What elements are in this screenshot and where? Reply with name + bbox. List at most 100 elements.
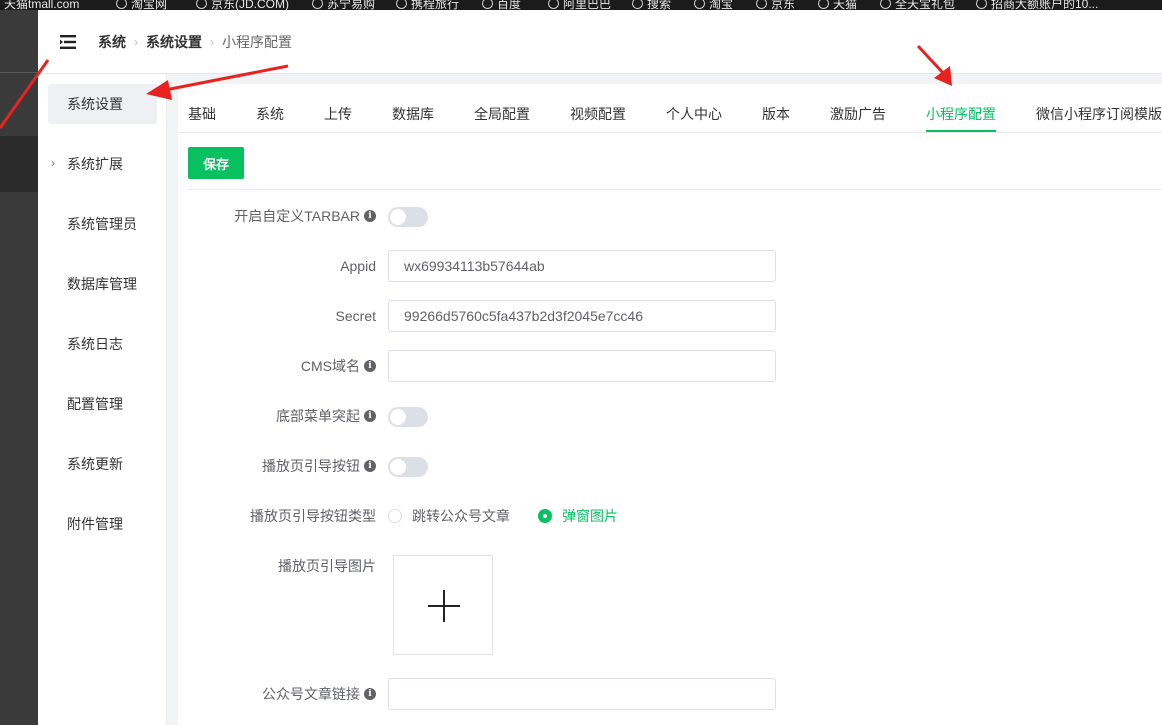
info-icon[interactable]: i [364, 688, 376, 700]
tab-version[interactable]: 版本 [762, 104, 790, 124]
form-label-guide-image: 播放页引导图片 [278, 556, 376, 576]
label-text: 开启自定义TARBAR [234, 208, 360, 224]
form-label-guide-button-type: 播放页引导按钮类型 [250, 506, 376, 526]
tab-upload[interactable]: 上传 [324, 104, 352, 124]
radio-label: 弹窗图片 [562, 508, 618, 524]
globe-icon [818, 0, 829, 9]
bookmark-item[interactable]: 天猫 [818, 0, 857, 10]
play-guide-button-switch[interactable] [388, 457, 428, 477]
tab-global-config[interactable]: 全局配置 [474, 104, 530, 124]
label-text: Appid [340, 258, 376, 274]
custom-tabbar-switch[interactable] [388, 207, 428, 227]
bookmark-item[interactable]: 百度 [482, 0, 521, 10]
bookmark-item[interactable]: 京东(JD.COM) [196, 0, 289, 10]
tab-video-config[interactable]: 视频配置 [570, 104, 626, 124]
globe-icon [548, 0, 559, 9]
sidebar-item-database[interactable]: 数据库管理 [48, 264, 157, 304]
tab-rewarded-ads[interactable]: 激励广告 [830, 104, 886, 124]
bottom-menu-raise-switch[interactable] [388, 407, 428, 427]
browser-bookmark-bar: 天猫tmall.com 淘宝网 京东(JD.COM) 苏宁易购 携程旅行 百度 … [0, 0, 1162, 10]
bookmark-item[interactable]: 阿里巴巴 [548, 0, 611, 10]
tab-basic[interactable]: 基础 [188, 104, 216, 124]
rail-active-item[interactable] [0, 136, 38, 192]
sidebar-item-system-settings[interactable]: 系统设置 [48, 84, 157, 124]
form-label-bottom-menu-raise: 底部菜单突起 i [276, 406, 376, 426]
main-panel: 基础 系统 上传 数据库 全局配置 视频配置 个人中心 版本 激励广告 小程序配… [178, 84, 1162, 725]
tab-miniprogram-config[interactable]: 小程序配置 [926, 104, 996, 124]
globe-icon [880, 0, 891, 9]
info-icon[interactable]: i [364, 210, 376, 222]
globe-icon [632, 0, 643, 9]
guide-image-uploader[interactable] [393, 555, 493, 655]
globe-icon [312, 0, 323, 9]
sidebar-item-administrators[interactable]: 系统管理员 [48, 204, 157, 244]
sidebar-item-attachments[interactable]: 附件管理 [48, 504, 157, 544]
tab-user-center[interactable]: 个人中心 [666, 104, 722, 124]
sidebar-item-system-logs[interactable]: 系统日志 [48, 324, 157, 364]
settings-sidebar: 系统设置 › 系统扩展 系统管理员 数据库管理 系统日志 配置管理 系统更新 附件… [38, 74, 167, 725]
radio-popup-image[interactable]: 弹窗图片 [538, 506, 618, 526]
rail-divider [0, 72, 38, 73]
form-label-custom-tabbar: 开启自定义TARBAR i [234, 206, 376, 226]
top-header: 系统 › 系统设置 › 小程序配置 [38, 10, 1162, 74]
bookmark-item[interactable]: 淘宝 [694, 0, 733, 10]
form-label-secret: Secret [336, 306, 376, 326]
settings-tabs: 基础 系统 上传 数据库 全局配置 视频配置 个人中心 版本 激励广告 小程序配… [178, 84, 1162, 133]
tab-database[interactable]: 数据库 [392, 104, 434, 124]
sidebar-item-label: 配置管理 [67, 396, 123, 412]
bookmark-item[interactable]: 苏宁易购 [312, 0, 375, 10]
bookmark-item[interactable]: 京东 [756, 0, 795, 10]
sidebar-item-system-extensions[interactable]: › 系统扩展 [48, 144, 157, 184]
breadcrumb-item[interactable]: 系统设置 [146, 32, 202, 52]
form-label-cms-domain: CMS域名 i [301, 356, 376, 376]
globe-icon [976, 0, 987, 9]
tab-subscription-templates[interactable]: 微信小程序订阅模版 [1036, 104, 1162, 124]
tab-system[interactable]: 系统 [256, 104, 284, 124]
globe-icon [196, 0, 207, 9]
appid-input[interactable]: wx69934113b57644ab [388, 250, 776, 282]
switch-knob [390, 409, 406, 425]
active-tab-indicator [926, 130, 996, 132]
save-button[interactable]: 保存 [188, 147, 244, 179]
globe-icon [756, 0, 767, 9]
sidebar-item-label: 系统管理员 [67, 216, 137, 232]
bookmark-item[interactable]: 招商大额账户的10... [976, 0, 1098, 10]
radio-circle [388, 509, 402, 523]
switch-knob [390, 209, 406, 225]
info-icon[interactable]: i [364, 410, 376, 422]
primary-nav-rail [0, 10, 38, 725]
globe-icon [482, 0, 493, 9]
sidebar-item-system-update[interactable]: 系统更新 [48, 444, 157, 484]
label-text: 播放页引导按钮 [262, 458, 360, 474]
breadcrumb: 系统 › 系统设置 › 小程序配置 [98, 32, 292, 52]
menu-fold-icon[interactable] [60, 35, 76, 49]
chevron-right-icon: › [210, 35, 214, 49]
chevron-right-icon: › [51, 156, 55, 170]
radio-label: 跳转公众号文章 [412, 508, 510, 524]
secret-input[interactable]: 99266d5760c5fa437b2d3f2045e7cc46 [388, 300, 776, 332]
bookmark-item[interactable]: 搜索 [632, 0, 671, 10]
bookmark-item[interactable]: 天猫tmall.com [4, 0, 79, 10]
info-icon[interactable]: i [364, 360, 376, 372]
guide-button-type-radio-group: 跳转公众号文章 弹窗图片 [388, 506, 618, 526]
sidebar-item-label: 附件管理 [67, 516, 123, 532]
sidebar-item-label: 系统日志 [67, 336, 123, 352]
label-text: 播放页引导图片 [278, 558, 376, 574]
breadcrumb-item[interactable]: 系统 [98, 32, 126, 52]
sidebar-item-config[interactable]: 配置管理 [48, 384, 157, 424]
bookmark-item[interactable]: 携程旅行 [396, 0, 459, 10]
bookmark-item[interactable]: 淘宝网 [116, 0, 167, 10]
form-label-appid: Appid [340, 256, 376, 276]
label-text: 公众号文章链接 [262, 686, 360, 702]
cms-domain-input[interactable] [388, 350, 776, 382]
article-link-input[interactable] [388, 678, 776, 710]
globe-icon [694, 0, 705, 9]
label-text: Secret [335, 308, 376, 324]
chevron-right-icon: › [134, 35, 138, 49]
radio-jump-article[interactable]: 跳转公众号文章 [388, 506, 510, 526]
label-text: 播放页引导按钮类型 [250, 508, 376, 524]
switch-knob [390, 459, 406, 475]
label-text: 底部菜单突起 [276, 408, 360, 424]
bookmark-item[interactable]: 全天宝礼包 [880, 0, 955, 10]
info-icon[interactable]: i [364, 460, 376, 472]
